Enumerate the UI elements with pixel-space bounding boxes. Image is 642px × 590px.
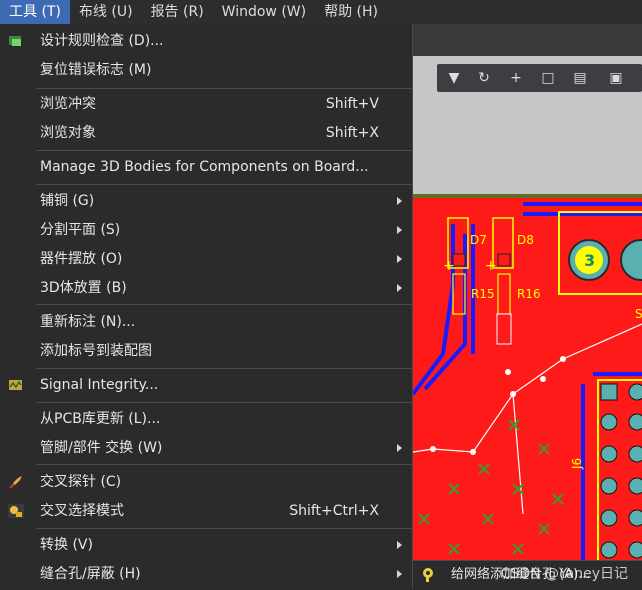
- menu-item-re-annotate[interactable]: 重新标注 (N)...: [0, 308, 412, 336]
- label-r15: R15: [471, 287, 495, 301]
- menu-separator: [36, 88, 412, 89]
- menu-tools[interactable]: 工具 (T): [0, 0, 70, 24]
- menu-item-manage-3d-bodies[interactable]: Manage 3D Bodies for Components on Board…: [0, 153, 412, 181]
- component-icon[interactable]: ▣: [607, 69, 625, 87]
- menu-item-split-planes[interactable]: 分割平面 (S): [0, 216, 412, 244]
- pcb-canvas[interactable]: D7 D8 R15 R16 + + 3 S J6: [413, 194, 642, 589]
- submenu-arrow-icon: [397, 541, 402, 549]
- route-icon[interactable]: ↻: [475, 69, 493, 87]
- select-box-icon[interactable]: □: [539, 69, 557, 87]
- menu-separator: [36, 464, 412, 465]
- menu-item-update-from-pcb-library[interactable]: 从PCB库更新 (L)...: [0, 405, 412, 433]
- menu-item-cross-probe[interactable]: 交叉探针 (C): [0, 468, 412, 496]
- menu-window[interactable]: Window (W): [213, 0, 315, 24]
- tools-dropdown-menu: 设计规则检查 (D)... 复位错误标志 (M) 浏览冲突 Shift+V 浏览…: [0, 24, 413, 589]
- d8-pad: [497, 253, 511, 267]
- watermark: CSDN @Yaney日记: [500, 566, 628, 582]
- submenu-arrow-icon: [397, 570, 402, 578]
- add-stitching-icon: [423, 568, 433, 582]
- workspace: ▼ ↻ + □ ▤ ▣ D7 D8 R15 R16 + + 3 S J6: [413, 24, 642, 589]
- menu-route[interactable]: 布线 (U): [70, 0, 142, 24]
- plus-marker-2: +: [485, 258, 497, 274]
- r16-pad: [496, 313, 512, 345]
- menubar: 工具 (T) 布线 (U) 报告 (R) Window (W) 帮助 (H): [0, 0, 642, 24]
- menu-item-component-placement[interactable]: 器件摆放 (O): [0, 245, 412, 273]
- submenu-arrow-icon: [397, 226, 402, 234]
- menu-item-pin-part-swapping[interactable]: 管脚/部件 交换 (W): [0, 434, 412, 462]
- plus-marker-1: +: [443, 258, 455, 274]
- label-s: S: [635, 307, 642, 321]
- menu-item-cross-select-mode[interactable]: 交叉选择模式 Shift+Ctrl+X: [0, 497, 412, 525]
- document-tab-strip: [413, 24, 642, 56]
- filter-icon[interactable]: ▼: [445, 69, 463, 87]
- menu-item-reset-error-markers[interactable]: 复位错误标志 (M): [0, 56, 412, 84]
- menu-item-convert[interactable]: 转换 (V): [0, 531, 412, 559]
- menu-item-drc[interactable]: 设计规则检查 (D)...: [0, 27, 412, 55]
- label-j6: J6: [570, 458, 584, 470]
- menu-item-3d-body-placement[interactable]: 3D体放置 (B): [0, 274, 412, 302]
- submenu-arrow-icon: [397, 284, 402, 292]
- label-d7: D7: [470, 233, 487, 247]
- menu-separator: [36, 150, 412, 151]
- menu-separator: [36, 304, 412, 305]
- d7-pad: [452, 253, 466, 267]
- menu-separator: [36, 368, 412, 369]
- menu-item-via-stitching-shielding[interactable]: 缝合孔/屏蔽 (H): [0, 560, 412, 588]
- menu-item-polygon-pours[interactable]: 铺铜 (G): [0, 187, 412, 215]
- view-toolbar: ▼ ↻ + □ ▤ ▣: [437, 64, 642, 92]
- submenu-arrow-icon: [397, 197, 402, 205]
- label-d8: D8: [517, 233, 534, 247]
- menu-help[interactable]: 帮助 (H): [315, 0, 387, 24]
- cross-select-icon: [8, 504, 24, 518]
- drc-icon: [9, 36, 21, 46]
- label-r16: R16: [517, 287, 541, 301]
- menu-item-browse-objects[interactable]: 浏览对象 Shift+X: [0, 119, 412, 147]
- menu-item-browse-violations[interactable]: 浏览冲突 Shift+V: [0, 90, 412, 118]
- menu-reports[interactable]: 报告 (R): [142, 0, 213, 24]
- submenu-arrow-icon: [397, 444, 402, 452]
- cross-probe-icon: [9, 476, 22, 489]
- menu-separator: [36, 402, 412, 403]
- plus-icon[interactable]: +: [507, 69, 525, 87]
- signal-integrity-icon: [9, 380, 22, 390]
- submenu-arrow-icon: [397, 255, 402, 263]
- menu-separator: [36, 528, 412, 529]
- chart-icon[interactable]: ▤: [571, 69, 589, 87]
- stitching-submenu: 给网络添加缝合孔 (A)... CSDN @Yaney日记: [413, 560, 642, 590]
- menu-separator: [36, 184, 412, 185]
- label-pad-3: 3: [584, 251, 595, 270]
- menu-item-signal-integrity[interactable]: Signal Integrity...: [0, 371, 412, 399]
- menu-item-add-designators[interactable]: 添加标号到装配图: [0, 337, 412, 365]
